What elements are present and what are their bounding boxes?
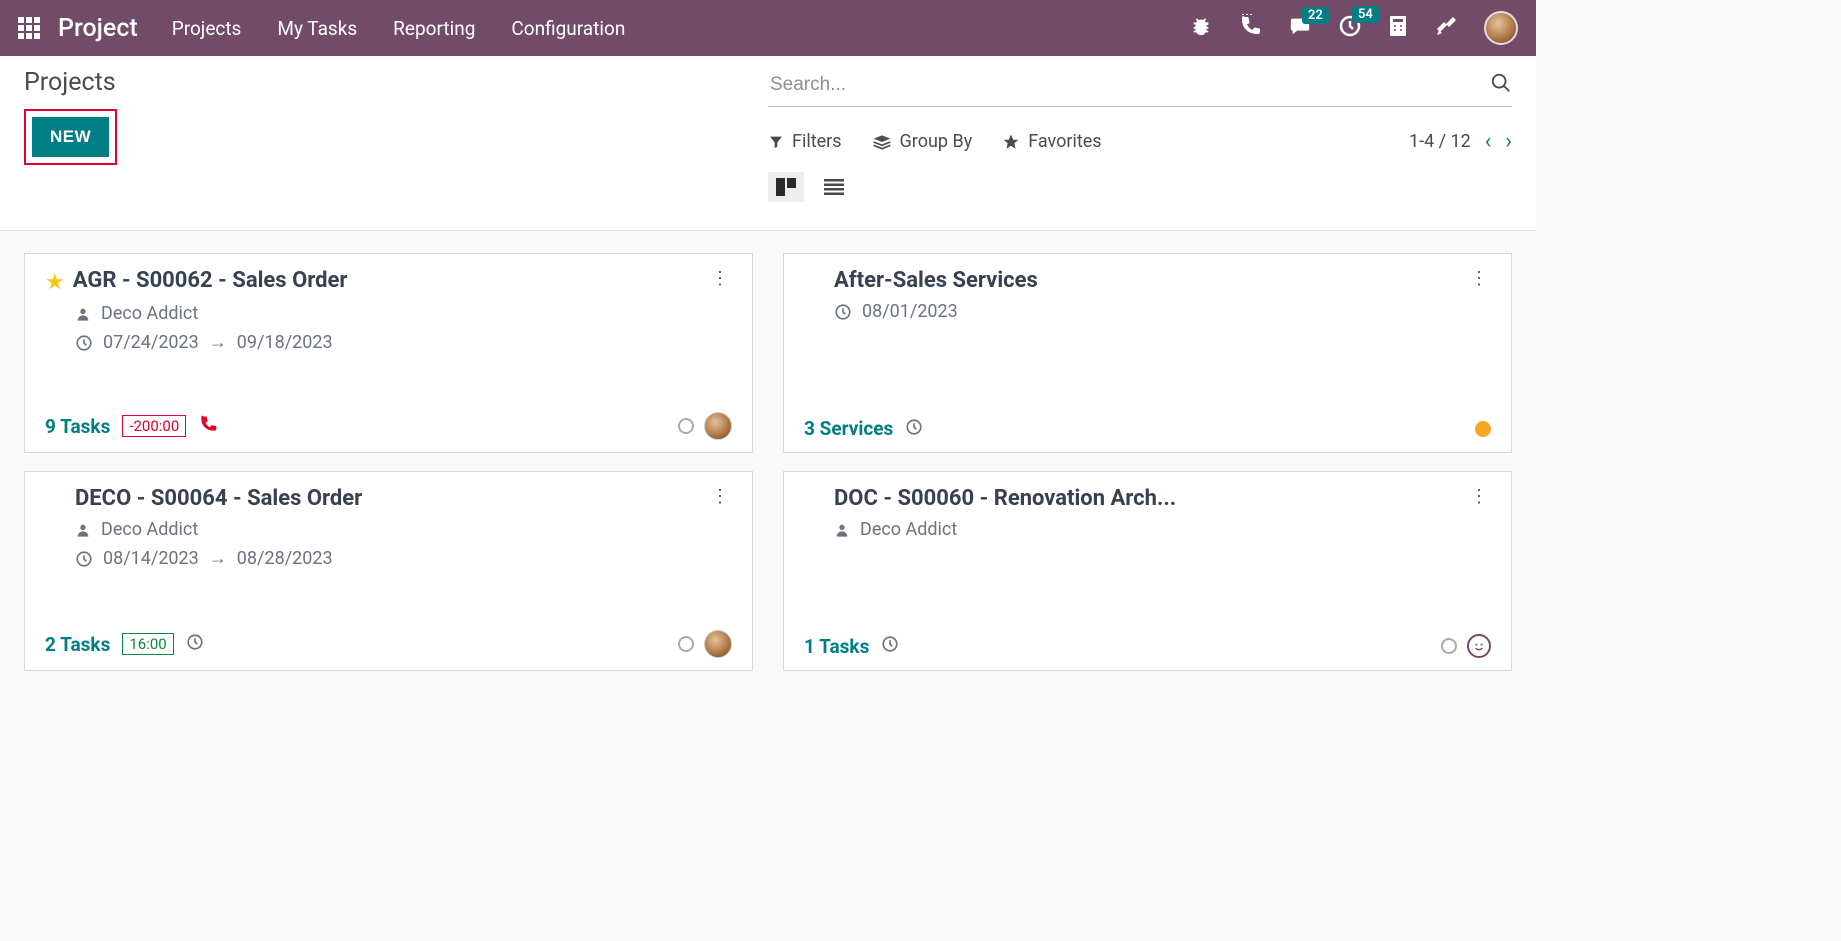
phone-icon[interactable] (1238, 14, 1262, 42)
brand-title[interactable]: Project (58, 14, 138, 43)
favorites-button[interactable]: Favorites (1002, 131, 1101, 152)
menu-reporting[interactable]: Reporting (393, 17, 475, 40)
list-view-button[interactable] (816, 172, 852, 202)
card-title: DECO - S00064 - Sales Order (75, 486, 707, 511)
card-menu-icon[interactable]: ⋮ (1466, 268, 1491, 289)
project-card[interactable]: After-Sales Services⋮ 08/01/2023 3 Service… (783, 253, 1512, 453)
messages-badge: 22 (1302, 7, 1329, 24)
calculator-icon[interactable] (1388, 14, 1408, 42)
pager-range[interactable]: 1-4 / 12 (1409, 131, 1471, 152)
filters-label: Filters (792, 131, 842, 152)
card-title: DOC - S00060 - Renovation Arch... (834, 486, 1466, 511)
breadcrumb: Projects (24, 68, 768, 97)
project-card[interactable]: ★ AGR - S00062 - Sales Order⋮ Deco Addict 0… (24, 253, 753, 453)
activities-badge: 54 (1352, 6, 1379, 23)
time-badge: -200:00 (122, 415, 186, 437)
status-circle[interactable] (678, 418, 694, 434)
card-dates: 08/01/2023 (834, 301, 1491, 322)
search-bar (768, 68, 1512, 107)
filter-row: Filters Group By Favorites 1-4 / 12 ‹ › (768, 129, 1512, 154)
view-switcher (768, 172, 1512, 202)
time-badge: 16:00 (122, 633, 173, 655)
assignee-avatar[interactable] (704, 412, 732, 440)
user-avatar[interactable] (1484, 11, 1518, 45)
pager: 1-4 / 12 ‹ › (1409, 129, 1512, 154)
card-menu-icon[interactable]: ⋮ (1466, 486, 1491, 507)
project-card[interactable]: DOC - S00060 - Renovation Arch...⋮ Deco A… (783, 471, 1512, 671)
assignee-avatar[interactable] (704, 630, 732, 658)
menu-my-tasks[interactable]: My Tasks (277, 17, 357, 40)
status-circle[interactable] (1475, 421, 1491, 437)
card-footer: 9 Tasks -200:00 (45, 400, 732, 440)
pager-next-button[interactable]: › (1505, 129, 1512, 154)
new-button[interactable]: NEW (32, 117, 109, 157)
kanban-grid: ★AGR - S00062 - Sales Order⋮Deco Addict0… (0, 231, 1536, 693)
search-icon[interactable] (1490, 72, 1512, 98)
task-count[interactable]: 3 Services (804, 417, 893, 440)
card-customer: Deco Addict (834, 519, 1491, 540)
status-circle[interactable] (678, 636, 694, 652)
card-customer: Deco Addict (75, 519, 732, 540)
card-title: After-Sales Services (834, 268, 1466, 293)
tools-icon[interactable] (1434, 14, 1458, 42)
card-menu-icon[interactable]: ⋮ (707, 268, 732, 289)
star-icon[interactable]: ★ (45, 270, 65, 295)
new-button-highlight: NEW (24, 109, 117, 165)
groupby-button[interactable]: Group By (872, 131, 973, 152)
kanban-view-button[interactable] (768, 172, 804, 202)
groupby-label: Group By (900, 131, 973, 152)
task-count[interactable]: 1 Tasks (804, 635, 869, 658)
card-footer: 2 Tasks 16:00 (45, 618, 732, 658)
bug-icon[interactable] (1190, 15, 1212, 41)
menu-configuration[interactable]: Configuration (511, 17, 625, 40)
task-count[interactable]: 2 Tasks (45, 633, 110, 656)
task-count[interactable]: 9 Tasks (45, 415, 110, 438)
favorites-label: Favorites (1028, 131, 1101, 152)
clock-icon[interactable] (905, 418, 923, 440)
pager-prev-button[interactable]: ‹ (1485, 129, 1492, 154)
messages-icon[interactable]: 22 (1288, 15, 1312, 41)
card-title: AGR - S00062 - Sales Order (73, 268, 707, 293)
control-panel: Projects NEW Filters Group By Favorites (0, 56, 1536, 231)
clock-icon[interactable] (881, 635, 899, 657)
search-input[interactable] (768, 68, 1490, 102)
main-menu: Projects My Tasks Reporting Configuratio… (172, 17, 626, 40)
menu-projects[interactable]: Projects (172, 17, 242, 40)
smile-icon[interactable] (1467, 634, 1491, 658)
card-footer: 3 Services (804, 405, 1491, 440)
card-customer: Deco Addict (75, 303, 732, 324)
card-menu-icon[interactable]: ⋮ (707, 486, 732, 507)
clock-icon[interactable] (186, 633, 204, 655)
card-dates: 07/24/2023→09/18/2023 (75, 332, 732, 353)
topbar-right: 22 54 (1190, 11, 1518, 45)
card-dates: 08/14/2023→08/28/2023 (75, 548, 732, 569)
topbar: Project Projects My Tasks Reporting Conf… (0, 0, 1536, 56)
filters-button[interactable]: Filters (768, 131, 842, 152)
apps-icon[interactable] (18, 17, 40, 39)
project-card[interactable]: DECO - S00064 - Sales Order⋮ Deco Addict 0… (24, 471, 753, 671)
card-footer: 1 Tasks (804, 622, 1491, 658)
phone-icon[interactable] (198, 414, 218, 438)
activities-icon[interactable]: 54 (1338, 14, 1362, 42)
status-circle[interactable] (1441, 638, 1457, 654)
